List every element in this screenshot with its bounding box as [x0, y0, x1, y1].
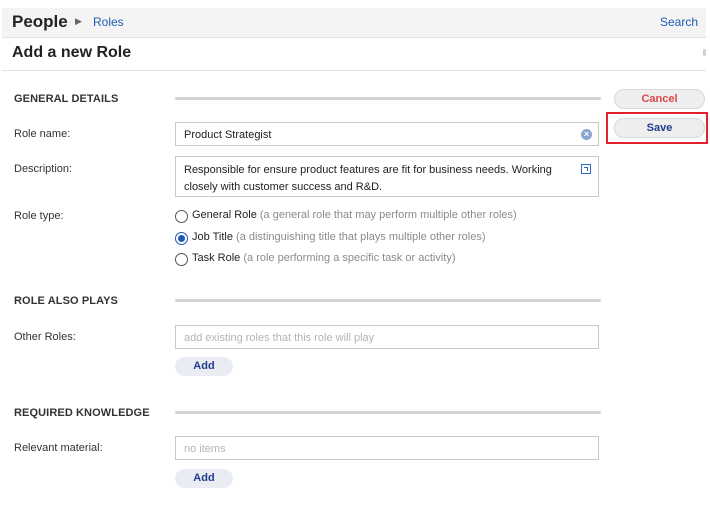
radio-hint: (a distinguishing title that plays multi… — [236, 231, 486, 243]
relevant-material-label: Relevant material: — [14, 442, 103, 454]
breadcrumb-roles[interactable]: Roles — [93, 15, 124, 29]
section-general-details: GENERAL DETAILS — [14, 93, 119, 105]
role-type-label: Role type: — [14, 210, 64, 222]
role-name-label: Role name: — [14, 128, 71, 140]
description-value: Responsible for ensure product features … — [184, 164, 552, 193]
add-material-button[interactable]: Add — [175, 469, 233, 488]
radio-hint: (a general role that may perform multipl… — [259, 209, 517, 221]
other-roles-label: Other Roles: — [14, 331, 76, 343]
section-divider — [175, 299, 601, 302]
role-name-field[interactable]: Product Strategist × — [175, 122, 599, 146]
page: People ▶ Roles Search Add a new Role GEN… — [0, 0, 708, 495]
section-divider — [175, 97, 601, 100]
role-name-value: Product Strategist — [184, 129, 272, 141]
add-other-role-button[interactable]: Add — [175, 357, 233, 376]
description-field[interactable]: Responsible for ensure product features … — [175, 156, 599, 197]
scroll-edge-icon — [703, 49, 706, 56]
radio-unchecked-icon[interactable] — [175, 210, 188, 223]
expand-icon[interactable] — [581, 164, 591, 174]
chevron-right-icon: ▶ — [75, 16, 82, 26]
title-bar: Add a new Role — [2, 38, 706, 71]
radio-unchecked-icon[interactable] — [175, 253, 188, 266]
top-bar: People ▶ Roles Search — [2, 8, 706, 38]
other-roles-placeholder: add existing roles that this role will p… — [184, 332, 375, 344]
breadcrumb-root[interactable]: People — [12, 12, 68, 32]
radio-hint: (a role performing a specific task or ac… — [243, 252, 456, 264]
description-label: Description: — [14, 163, 73, 175]
relevant-material-field[interactable]: no items — [175, 436, 599, 460]
cancel-button[interactable]: Cancel — [614, 89, 705, 109]
radio-checked-icon[interactable] — [175, 232, 188, 245]
page-title: Add a new Role — [12, 44, 132, 61]
section-required-knowledge: REQUIRED KNOWLEDGE — [14, 407, 150, 419]
clear-icon[interactable]: × — [581, 129, 592, 140]
section-divider — [175, 411, 601, 414]
relevant-material-placeholder: no items — [184, 443, 226, 455]
save-highlight — [606, 112, 708, 144]
section-role-also-plays: ROLE ALSO PLAYS — [14, 295, 118, 307]
radio-label: Job Title — [192, 231, 233, 243]
radio-label: General Role — [192, 209, 257, 221]
other-roles-field[interactable]: add existing roles that this role will p… — [175, 325, 599, 349]
radio-label: Task Role — [192, 252, 241, 264]
search-link[interactable]: Search — [660, 15, 698, 29]
